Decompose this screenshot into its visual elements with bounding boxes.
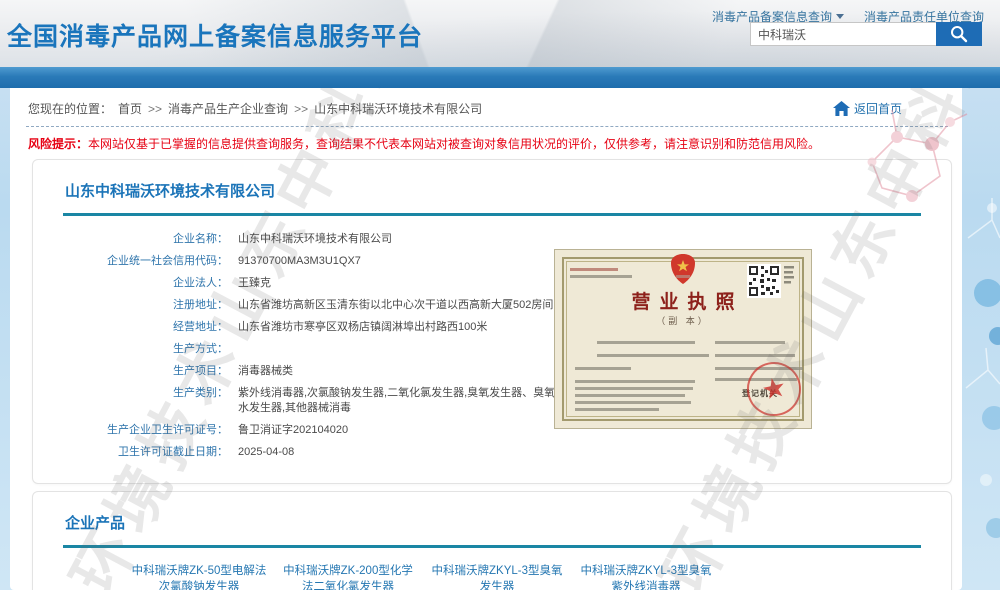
breadcrumb-enterprise-query-link[interactable]: 消毒产品生产企业查询 [168,100,288,117]
field-value: 消毒器械类 [238,364,293,379]
breadcrumb-current-page: 山东中科瑞沃环境技术有限公司 [314,100,482,117]
site-header: 全国消毒产品网上备案信息服务平台 消毒产品备案信息查询 消毒产品责任单位查询 [0,0,1000,67]
field-label: 卫生许可证截止日期： [63,445,228,460]
field-label: 生产方式： [63,342,228,357]
license-text-line [575,387,693,390]
products-card: 企业产品 中科瑞沃牌ZK-50型电解法次氯酸钠发生器 中科瑞沃牌ZK-200型化… [32,491,952,590]
license-text-line [570,275,632,278]
products-section-title: 企业产品 [63,506,921,545]
license-text-line [597,354,709,357]
product-list: 中科瑞沃牌ZK-50型电解法次氯酸钠发生器 中科瑞沃牌ZK-200型化学法二氧化… [63,548,921,590]
field-value: 91370700MA3M3U1QX7 [238,254,361,269]
field-value: 山东省潍坊市寒亭区双杨店镇阔淋埠出村路西100米 [238,320,487,335]
field-label: 生产企业卫生许可证号： [63,423,228,438]
home-icon [833,101,850,116]
breadcrumb-separator: >> [148,102,162,116]
site-title: 全国消毒产品网上备案信息服务平台 [7,17,423,53]
back-home-label: 返回首页 [854,100,902,117]
field-value: 山东省潍坊高新区玉清东街以北中心次干道以西高新大厦502房间 [238,298,553,313]
section-rule [63,213,921,216]
license-text-line [575,380,695,383]
license-text-line [575,408,659,411]
license-text-line [575,394,685,397]
company-info-card: 山东中科瑞沃环境技术有限公司 企业名称： 山东中科瑞沃环境技术有限公司 企业统一… [32,159,952,484]
search-button[interactable] [936,22,982,46]
field-label: 注册地址： [63,298,228,313]
risk-notice-text: 本网站仅基于已掌握的信息提供查询服务，查询结果不代表本网站对被查询对象信用状况的… [88,137,820,151]
breadcrumb-separator: >> [294,102,308,116]
national-emblem-icon [668,253,698,290]
search-icon [949,24,969,44]
search-input[interactable] [750,22,936,46]
product-link[interactable]: 中科瑞沃牌ZK-50型电解法次氯酸钠发生器 [129,563,269,590]
field-label: 企业法人： [63,276,228,291]
breadcrumb-prefix: 您现在的位置： [28,100,112,117]
risk-notice: 风险提示：本网站仅基于已掌握的信息提供查询服务，查询结果不代表本网站对被查询对象… [10,127,962,152]
field-row-name: 企业名称： 山东中科瑞沃环境技术有限公司 [63,232,921,247]
chevron-down-icon [836,14,844,19]
license-text-line [715,354,795,357]
molecule-decoration-right [962,88,1000,590]
breadcrumb-row: 您现在的位置： 首页 >> 消毒产品生产企业查询 >> 山东中科瑞沃环境技术有限… [10,88,962,117]
field-label: 经营地址： [63,320,228,335]
license-text-line [575,367,631,370]
business-license-image: 营业执照 （副 本） [554,249,812,429]
back-home-link[interactable]: 返回首页 [833,100,902,117]
header-accent-bar [0,67,1000,88]
field-row-license-expiry-date: 卫生许可证截止日期： 2025-04-08 [63,445,921,460]
field-value: 山东中科瑞沃环境技术有限公司 [238,232,392,247]
license-text-line [597,341,695,344]
license-text-line [715,341,785,344]
product-link[interactable]: 中科瑞沃牌ZKYL-3型臭氧紫外线消毒器 [576,563,716,590]
company-info-card-inner: 山东中科瑞沃环境技术有限公司 企业名称： 山东中科瑞沃环境技术有限公司 企业统一… [33,160,951,483]
content-panel: 您现在的位置： 首页 >> 消毒产品生产企业查询 >> 山东中科瑞沃环境技术有限… [10,88,962,590]
page: 全国消毒产品网上备案信息服务平台 消毒产品备案信息查询 消毒产品责任单位查询 [0,0,1000,590]
breadcrumb: 您现在的位置： 首页 >> 消毒产品生产企业查询 >> 山东中科瑞沃环境技术有限… [28,100,482,117]
license-text-line [570,268,618,271]
field-value: 王臻克 [238,276,271,291]
products-card-inner: 企业产品 中科瑞沃牌ZK-50型电解法次氯酸钠发生器 中科瑞沃牌ZK-200型化… [33,492,951,590]
field-label: 企业名称： [63,232,228,247]
field-value: 鲁卫消证字202104020 [238,423,348,438]
field-value: 2025-04-08 [238,445,294,460]
product-link[interactable]: 中科瑞沃牌ZK-200型化学法二氧化氯发生器 [278,563,418,590]
license-subtitle: （副 本） [555,314,811,327]
company-name-title: 山东中科瑞沃环境技术有限公司 [63,174,921,213]
license-text-line [575,401,691,404]
field-label: 生产项目： [63,364,228,379]
qr-code [747,264,795,303]
breadcrumb-home-link[interactable]: 首页 [118,100,142,117]
field-value: 紫外线消毒器,次氯酸钠发生器,二氧化氯发生器,臭氧发生器、臭氧水发生器,其他器械… [238,386,558,416]
risk-notice-label: 风险提示： [28,137,88,151]
field-label: 企业统一社会信用代码： [63,254,228,269]
product-link[interactable]: 中科瑞沃牌ZKYL-3型臭氧发生器 [427,563,567,590]
search-bar [750,22,982,46]
field-label: 生产类别： [63,386,228,416]
